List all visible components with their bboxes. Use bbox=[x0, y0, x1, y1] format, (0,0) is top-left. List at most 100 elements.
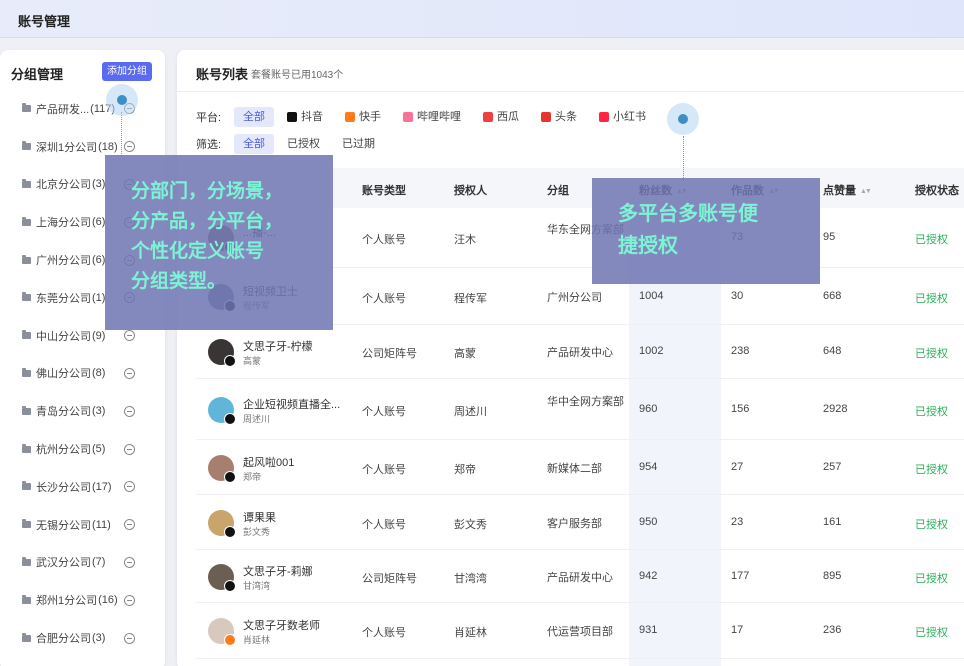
remove-group-icon[interactable] bbox=[124, 367, 135, 379]
group-count: (16) bbox=[98, 594, 118, 607]
group-label: 长沙分公司 bbox=[36, 481, 91, 494]
account-name[interactable]: 谭果果 bbox=[243, 509, 276, 525]
account-name[interactable]: 文思子牙数老师 bbox=[243, 617, 320, 633]
group-count: (3) bbox=[92, 632, 106, 645]
group-item[interactable]: 无锡分公司 (11) bbox=[0, 506, 165, 544]
remove-group-icon[interactable] bbox=[124, 481, 135, 493]
platform-chip[interactable]: 快手 bbox=[336, 107, 390, 127]
auth-status: 已授权 bbox=[915, 348, 948, 360]
account-name[interactable]: 企业短视频直播全... bbox=[243, 396, 340, 412]
pin-marker bbox=[106, 84, 138, 116]
remove-group-icon[interactable] bbox=[124, 141, 135, 153]
platform-label: 小红书 bbox=[613, 111, 646, 123]
account-name[interactable]: 文思子牙-莉娜 bbox=[243, 563, 313, 579]
filter-label: 已授权 bbox=[287, 138, 320, 150]
filter-label: 已过期 bbox=[342, 138, 375, 150]
column-header: 授权状态 bbox=[915, 182, 959, 198]
divider bbox=[177, 91, 964, 92]
remove-group-icon[interactable] bbox=[124, 519, 135, 531]
group-label: 产品研发... bbox=[36, 103, 90, 116]
group-count: (9) bbox=[92, 329, 106, 342]
group-item[interactable]: 武汉分公司 (7) bbox=[0, 544, 165, 582]
platform-label: 哔哩哔哩 bbox=[417, 111, 461, 123]
table-row[interactable]: 文思子牙-柠檬 高蒙 公司矩阵号 高蒙 产品研发中心 1002 238 648 已授权 bbox=[196, 325, 964, 379]
table-row[interactable]: 文思子牙-莉娜 甘湾湾 公司矩阵号 甘湾湾 产品研发中心 942 177 895 已授权 bbox=[196, 550, 964, 603]
account-type: 个人账号 bbox=[362, 627, 406, 639]
remove-group-icon[interactable] bbox=[124, 632, 135, 644]
folder-icon bbox=[22, 481, 31, 491]
folder-icon bbox=[22, 519, 31, 529]
works-count: 17 bbox=[731, 624, 744, 636]
remove-group-icon[interactable] bbox=[124, 556, 135, 568]
table-row[interactable]: 起风啦001 郑帝 个人账号 郑帝 新媒体二部 954 27 257 已授权 bbox=[196, 440, 964, 495]
fans-count: 931 bbox=[639, 624, 658, 636]
douyin-icon bbox=[224, 525, 236, 538]
douyin-icon bbox=[224, 355, 236, 367]
group-name: 客户服务部 bbox=[547, 517, 602, 530]
auth-status: 已授权 bbox=[915, 292, 948, 305]
group-item[interactable]: 杭州分公司 (5) bbox=[0, 430, 165, 468]
folder-icon bbox=[22, 443, 31, 453]
page-title: 账号管理 bbox=[18, 14, 71, 29]
column-label: 授权人 bbox=[454, 185, 487, 197]
filter-chip[interactable]: 全部 bbox=[234, 134, 274, 154]
filter-chip[interactable]: 已授权 bbox=[278, 134, 329, 154]
account-list-title: 账号列表 bbox=[196, 67, 249, 82]
platform-chip[interactable]: 头条 bbox=[532, 107, 586, 127]
column-header[interactable]: 点赞量 ▲▼ bbox=[823, 182, 872, 198]
group-item[interactable]: 佛山分公司 (8) bbox=[0, 355, 165, 393]
pin-line bbox=[683, 136, 684, 180]
account-name[interactable]: 文思子牙-柠檬 bbox=[243, 338, 313, 354]
group-item[interactable]: 郑州1分公司 (16) bbox=[0, 581, 165, 619]
authorizer: 郑帝 bbox=[454, 463, 476, 476]
account-name[interactable]: 起风啦001 bbox=[243, 454, 294, 470]
callout-authorization: 多平台多账号便 捷授权 bbox=[592, 178, 820, 284]
group-name: 新媒体二部 bbox=[547, 462, 602, 475]
platform-chip[interactable]: 小红书 bbox=[590, 107, 655, 127]
account-owner: 彭文秀 bbox=[243, 526, 271, 537]
folder-icon bbox=[22, 178, 31, 188]
add-group-button[interactable]: 添加分组 bbox=[102, 62, 152, 81]
kuaishou-icon bbox=[224, 634, 236, 646]
platform-chip[interactable]: 西瓜 bbox=[474, 107, 528, 127]
remove-group-icon[interactable] bbox=[124, 594, 135, 606]
column-header: 账号类型 bbox=[362, 182, 406, 198]
platform-chip[interactable]: 抖音 bbox=[278, 107, 332, 127]
group-item[interactable]: 长沙分公司 (17) bbox=[0, 468, 165, 506]
table-row[interactable]: 谭果果 彭文秀 个人账号 彭文秀 客户服务部 950 23 161 已授权 bbox=[196, 495, 964, 550]
fans-count: 1002 bbox=[639, 345, 664, 357]
group-item[interactable]: 青岛分公司 (3) bbox=[0, 392, 165, 430]
sort-icon[interactable]: ▲▼ bbox=[860, 188, 872, 195]
group-label: 中山分公司 bbox=[36, 330, 91, 343]
group-name: 产品研发中心 bbox=[547, 571, 613, 584]
remove-group-icon[interactable] bbox=[124, 443, 135, 455]
group-count: (11) bbox=[92, 518, 111, 531]
group-label: 深圳1分公司 bbox=[36, 141, 98, 154]
works-count: 30 bbox=[731, 289, 744, 302]
likes-count: 2928 bbox=[823, 402, 848, 415]
likes-count: 257 bbox=[823, 460, 842, 473]
folder-icon bbox=[22, 141, 31, 151]
column-label: 点赞量 bbox=[823, 185, 856, 197]
platform-chip[interactable]: 全部 bbox=[234, 107, 274, 127]
group-item[interactable]: 产品研发... (117) bbox=[0, 90, 165, 128]
group-item[interactable]: 合肥分公司 (3) bbox=[0, 619, 165, 657]
folder-icon bbox=[22, 367, 31, 377]
remove-group-icon[interactable] bbox=[124, 405, 135, 417]
works-count: 156 bbox=[731, 402, 750, 415]
folder-icon bbox=[22, 594, 31, 604]
auth-status: 已授权 bbox=[915, 234, 948, 246]
group-count: (1) bbox=[92, 291, 106, 304]
filter-chip[interactable]: 已过期 bbox=[333, 134, 384, 154]
table-row[interactable]: 文思子牙数老师 肖延林 个人账号 肖延林 代运营项目部 931 17 236 已授权 bbox=[196, 603, 964, 659]
works-count: 23 bbox=[731, 515, 744, 528]
fans-count: 960 bbox=[639, 402, 658, 415]
authorizer: 彭文秀 bbox=[454, 518, 487, 531]
table-row[interactable]: 企业短视频直播全... 周述川 个人账号 周述川 华中全网方案部 960 156 2928 已授… bbox=[196, 379, 964, 440]
platform-chip[interactable]: 哔哩哔哩 bbox=[394, 107, 470, 127]
remove-group-icon[interactable] bbox=[124, 330, 135, 342]
callout-line: 捷授权 bbox=[618, 235, 678, 257]
douyin-icon bbox=[224, 579, 236, 592]
group-count: (7) bbox=[92, 556, 106, 569]
callout-line: 分部门，分场景， bbox=[131, 181, 284, 202]
